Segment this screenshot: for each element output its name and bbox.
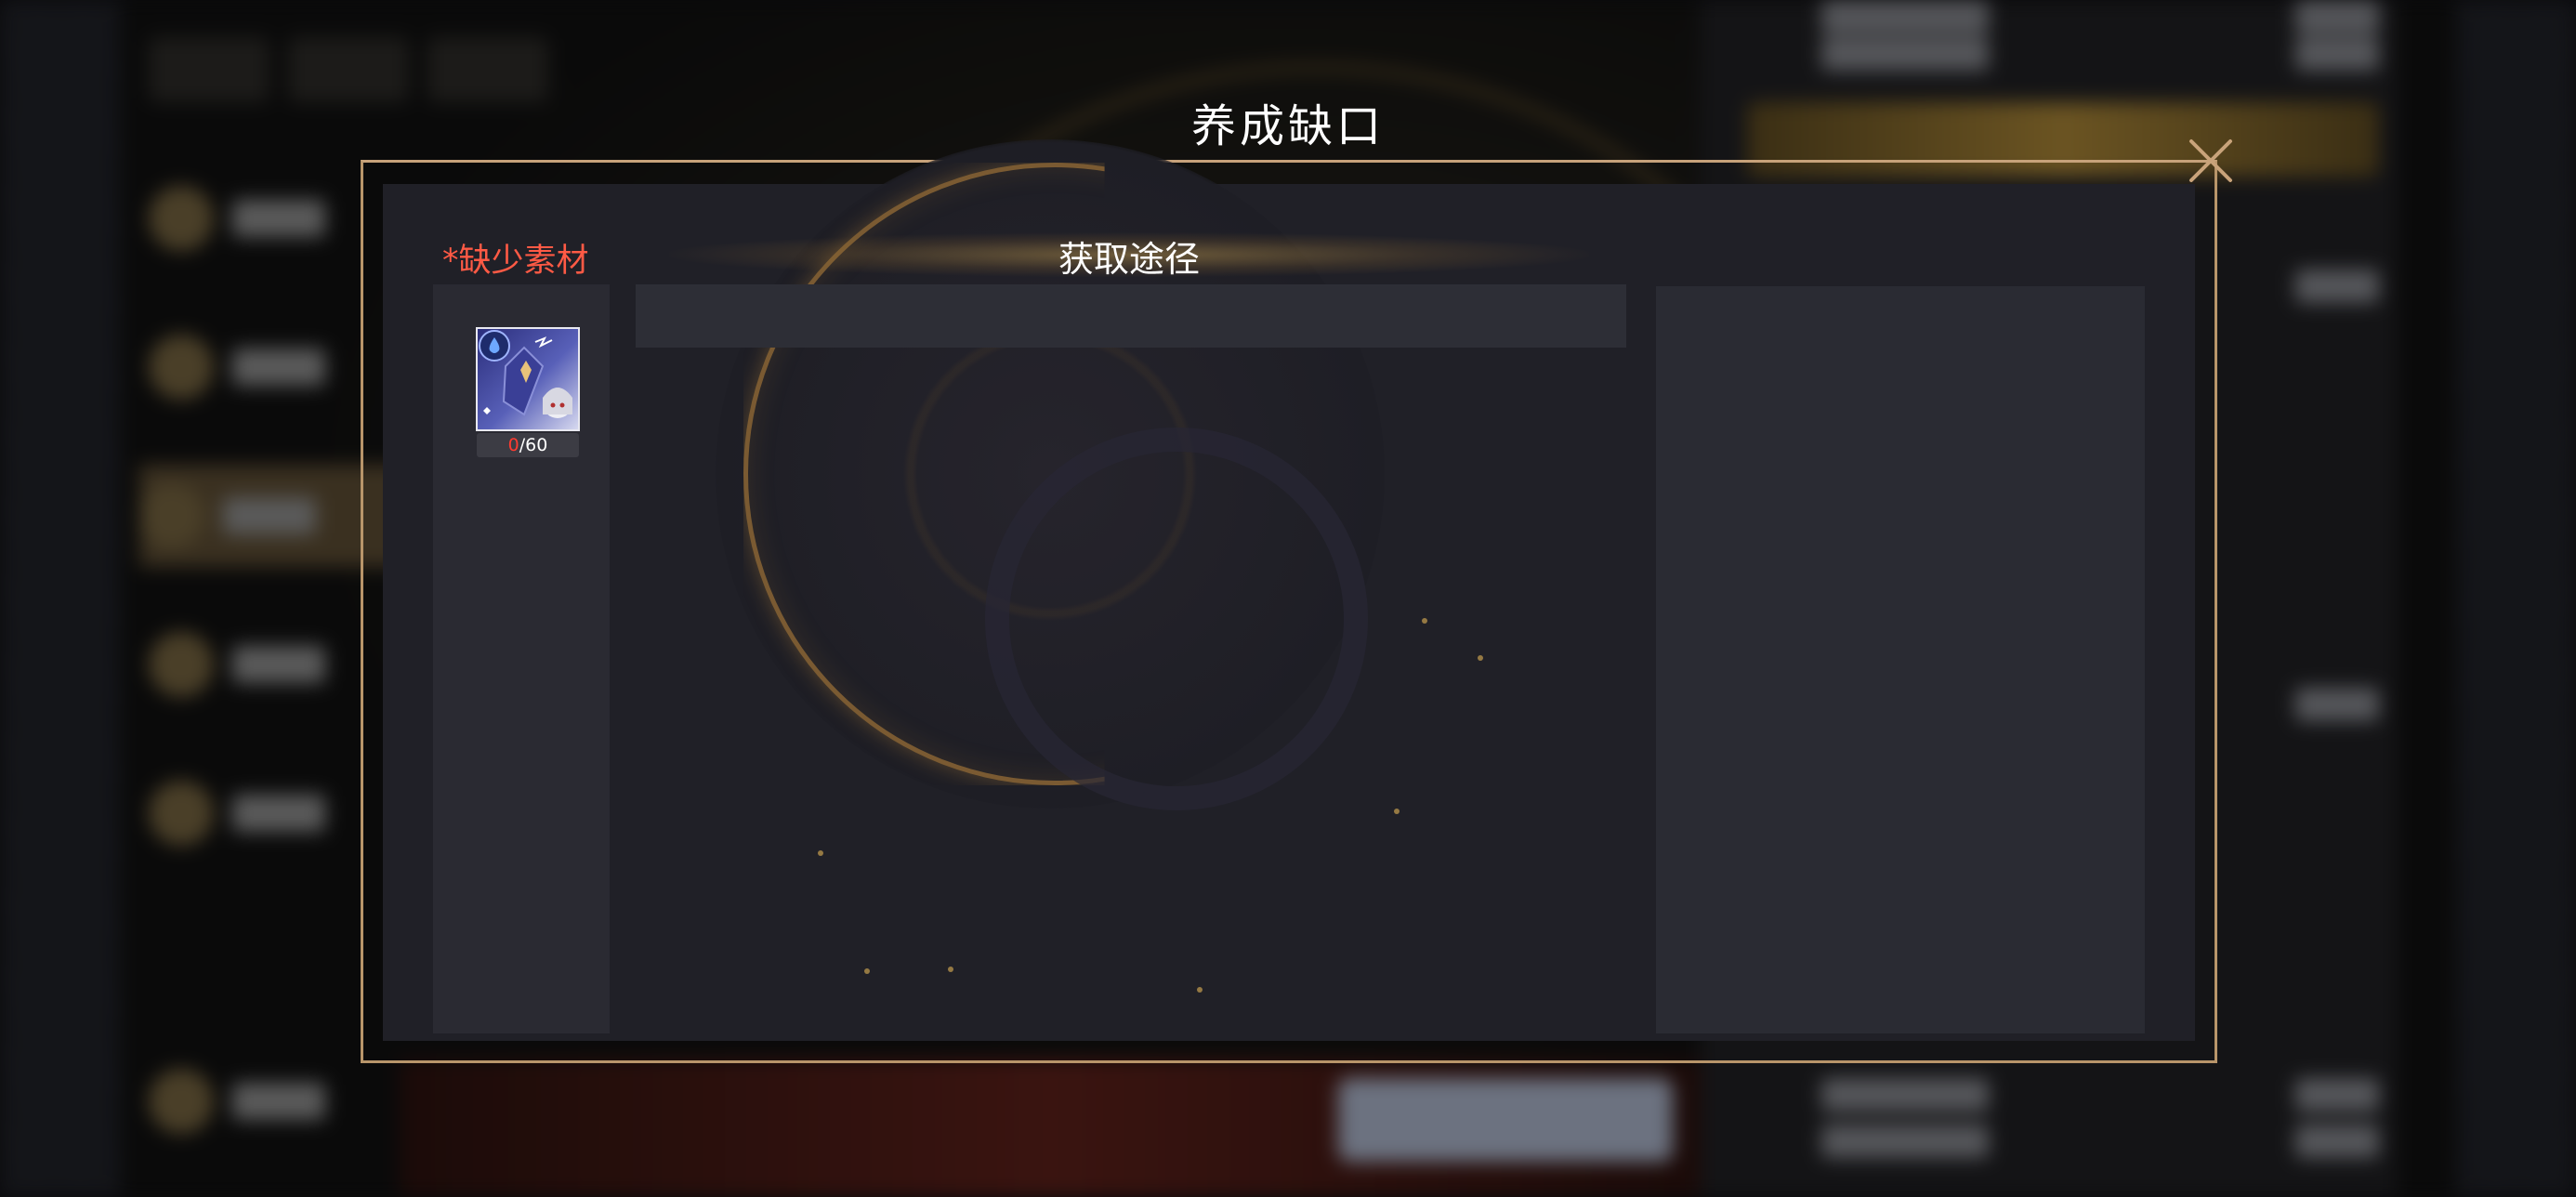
emblem-inner-ring — [985, 428, 1368, 810]
acquisition-source-row[interactable] — [636, 284, 1626, 348]
background-bottom-button — [1338, 1078, 1673, 1162]
material-count: 0/60 — [477, 433, 579, 457]
material-item[interactable]: 0/60 — [476, 327, 580, 459]
background-stat-row — [1821, 1125, 2379, 1171]
sparkle — [864, 968, 870, 974]
character-shard-icon — [478, 329, 578, 429]
missing-materials-header: *缺少素材 — [442, 243, 589, 280]
detail-panel — [1656, 286, 2145, 1033]
sparkle — [818, 850, 823, 856]
background-right-pattern — [2455, 0, 2576, 1197]
background-menu-item — [149, 1050, 390, 1152]
material-required-count: 60 — [525, 435, 548, 455]
background-stat-row — [1821, 37, 2379, 84]
background-menu-item — [149, 762, 390, 864]
sparkle — [1478, 655, 1483, 661]
acquisition-header: 获取途径 — [1058, 239, 1200, 280]
close-icon — [2189, 139, 2232, 182]
material-owned-count: 0 — [507, 435, 519, 455]
material-thumbnail — [476, 327, 580, 431]
sparkle — [948, 967, 953, 972]
background-menu-item — [149, 316, 390, 418]
background-menu-item — [149, 167, 390, 270]
close-button[interactable] — [2186, 136, 2236, 186]
background-left-pattern — [0, 0, 121, 1197]
sparkle — [1422, 618, 1427, 624]
background-stat-row — [1821, 1078, 2379, 1125]
sparkle — [1197, 987, 1203, 993]
background-menu-item — [149, 613, 390, 716]
game-screen: 养成缺口 *缺少素材 获取途径 0/60 — [0, 0, 2576, 1197]
sparkle — [1394, 809, 1400, 814]
